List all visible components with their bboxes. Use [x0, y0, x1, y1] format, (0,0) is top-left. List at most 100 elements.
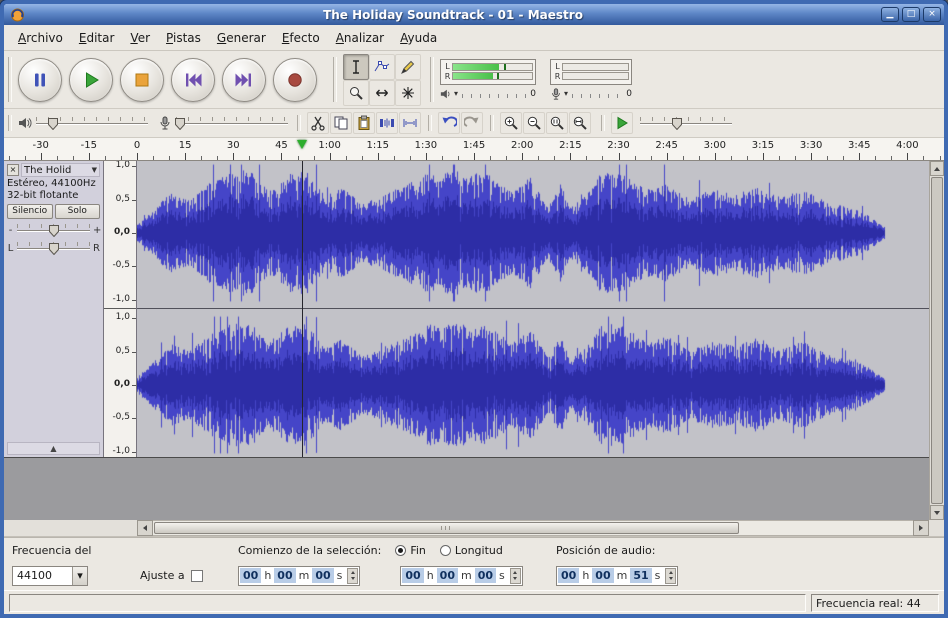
toolbar-grip[interactable] — [8, 115, 12, 131]
redo-icon — [464, 115, 480, 131]
waveform-channel-1[interactable] — [137, 161, 929, 305]
selection-end-radio[interactable]: Fin — [395, 544, 426, 557]
scroll-down-button[interactable] — [930, 505, 944, 520]
end-seconds[interactable]: 00 — [475, 568, 496, 583]
mute-button[interactable]: Silencio — [7, 204, 53, 219]
chevron-down-icon[interactable]: ▾ — [72, 567, 87, 585]
radio-unchecked-icon[interactable] — [440, 545, 451, 556]
audio-seconds[interactable]: 51 — [630, 568, 651, 583]
solo-button[interactable]: Solo — [55, 204, 101, 219]
draw-tool-button[interactable] — [395, 54, 421, 80]
trim-audio-button[interactable] — [376, 112, 398, 134]
paste-button[interactable] — [353, 112, 375, 134]
zoom-in-button[interactable] — [500, 112, 522, 134]
menu-efecto[interactable]: Efecto — [274, 28, 328, 48]
radio-checked-icon[interactable] — [395, 545, 406, 556]
audio-hours[interactable]: 00 — [558, 568, 579, 583]
selection-end-field[interactable]: 00h00m00s — [400, 566, 522, 586]
pan-left-label: L — [7, 243, 14, 254]
cut-button[interactable] — [307, 112, 329, 134]
zoom-tool-button[interactable] — [343, 80, 369, 106]
scroll-right-button[interactable] — [913, 520, 929, 536]
playback-speed-slider[interactable] — [640, 116, 732, 131]
zoom-out-button[interactable] — [523, 112, 545, 134]
stop-button[interactable] — [120, 58, 164, 102]
horizontal-scrollbar-track[interactable] — [153, 520, 913, 536]
menu-pistas[interactable]: Pistas — [158, 28, 209, 48]
fit-project-button[interactable] — [569, 112, 591, 134]
toolbar-grip[interactable] — [430, 57, 434, 102]
snap-to-checkbox[interactable] — [191, 570, 203, 582]
amplitude-ruler-ch2[interactable]: 1,00,50,0-0,5-1,0 — [104, 313, 136, 457]
minimize-button[interactable]: ▁ — [881, 7, 899, 22]
scrollbar-spacer — [4, 520, 137, 536]
gain-slider[interactable] — [17, 223, 90, 238]
menu-editar[interactable]: Editar — [71, 28, 123, 48]
amplitude-ruler-ch1[interactable]: 1,00,50,0-0,5-1,0 — [104, 161, 136, 305]
undo-button[interactable] — [438, 112, 460, 134]
field-spinner[interactable] — [665, 568, 676, 584]
toolbar-grip[interactable] — [428, 115, 432, 131]
field-spinner[interactable] — [347, 568, 358, 584]
playback-meter[interactable]: L R — [440, 59, 536, 85]
toolbar-grip[interactable] — [601, 115, 605, 131]
skip-to-start-button[interactable] — [171, 58, 215, 102]
field-spinner[interactable] — [510, 568, 521, 584]
output-volume-slider[interactable] — [36, 116, 148, 131]
menu-archivo[interactable]: Archivo — [10, 28, 71, 48]
input-volume-slider[interactable] — [176, 116, 288, 131]
menu-ayuda[interactable]: Ayuda — [392, 28, 445, 48]
track-collapse-button[interactable]: ▲ — [7, 442, 100, 455]
audio-minutes[interactable]: 00 — [592, 568, 613, 583]
selection-start-field[interactable]: 00h00m00s — [238, 566, 360, 586]
timeline-ruler[interactable]: -30-1501530451:001:151:301:452:002:152:3… — [4, 138, 944, 161]
scroll-left-button[interactable] — [137, 520, 153, 536]
skip-to-end-button[interactable] — [222, 58, 266, 102]
fit-selection-button[interactable] — [546, 112, 568, 134]
menu-generar[interactable]: Generar — [209, 28, 274, 48]
recording-meter[interactable]: L R — [550, 59, 632, 85]
menu-ver[interactable]: Ver — [122, 28, 158, 48]
record-button[interactable] — [273, 58, 317, 102]
envelope-tool-button[interactable] — [369, 54, 395, 80]
project-rate-select[interactable]: 44100 ▾ — [12, 566, 88, 586]
start-hours[interactable]: 00 — [240, 568, 261, 583]
redo-button[interactable] — [461, 112, 483, 134]
toolbar-grip[interactable] — [490, 115, 494, 131]
track-close-button[interactable]: × — [7, 164, 19, 176]
pause-button[interactable] — [18, 58, 62, 102]
selection-tool-button[interactable] — [343, 54, 369, 80]
audacity-logo-icon[interactable] — [10, 7, 25, 22]
menu-analizar[interactable]: Analizar — [328, 28, 392, 48]
copy-button[interactable] — [330, 112, 352, 134]
playback-meter-menu[interactable]: ▾ 0 — [440, 87, 536, 101]
play-button[interactable] — [69, 58, 113, 102]
recording-meter-menu[interactable]: ▾ 0 — [550, 87, 632, 101]
toolbar-grip[interactable] — [297, 115, 301, 131]
end-minutes[interactable]: 00 — [437, 568, 458, 583]
maximize-button[interactable]: □ — [902, 7, 920, 22]
multi-tool-button[interactable] — [395, 80, 421, 106]
start-minutes[interactable]: 00 — [274, 568, 295, 583]
scroll-up-button[interactable] — [930, 161, 944, 176]
play-at-speed-button[interactable] — [611, 112, 633, 134]
vertical-scrollbar-thumb[interactable] — [931, 177, 943, 504]
toolbar-grip[interactable] — [333, 57, 337, 102]
horizontal-scrollbar-thumb[interactable] — [154, 522, 739, 534]
waveform-channel-2[interactable] — [137, 313, 929, 457]
titlebar[interactable]: The Holiday Soundtrack - 01 - Maestro ▁ … — [4, 4, 944, 25]
start-seconds[interactable]: 00 — [312, 568, 333, 583]
pan-slider[interactable] — [17, 241, 90, 256]
timeline-label: 1:15 — [367, 140, 389, 151]
audio-position-field[interactable]: 00h00m51s — [556, 566, 678, 586]
end-hours[interactable]: 00 — [402, 568, 423, 583]
close-button[interactable]: × — [923, 7, 941, 22]
track-name-menu-button[interactable]: The Holid ▼ — [21, 163, 100, 177]
amplitude-label: -0,5 — [112, 260, 130, 270]
silence-audio-button[interactable] — [399, 112, 421, 134]
timeshift-tool-button[interactable] — [369, 80, 395, 106]
vertical-scrollbar[interactable] — [929, 161, 944, 520]
horizontal-scrollbar[interactable] — [137, 520, 929, 536]
selection-length-radio[interactable]: Longitud — [440, 544, 503, 557]
toolbar-grip[interactable] — [8, 57, 12, 102]
